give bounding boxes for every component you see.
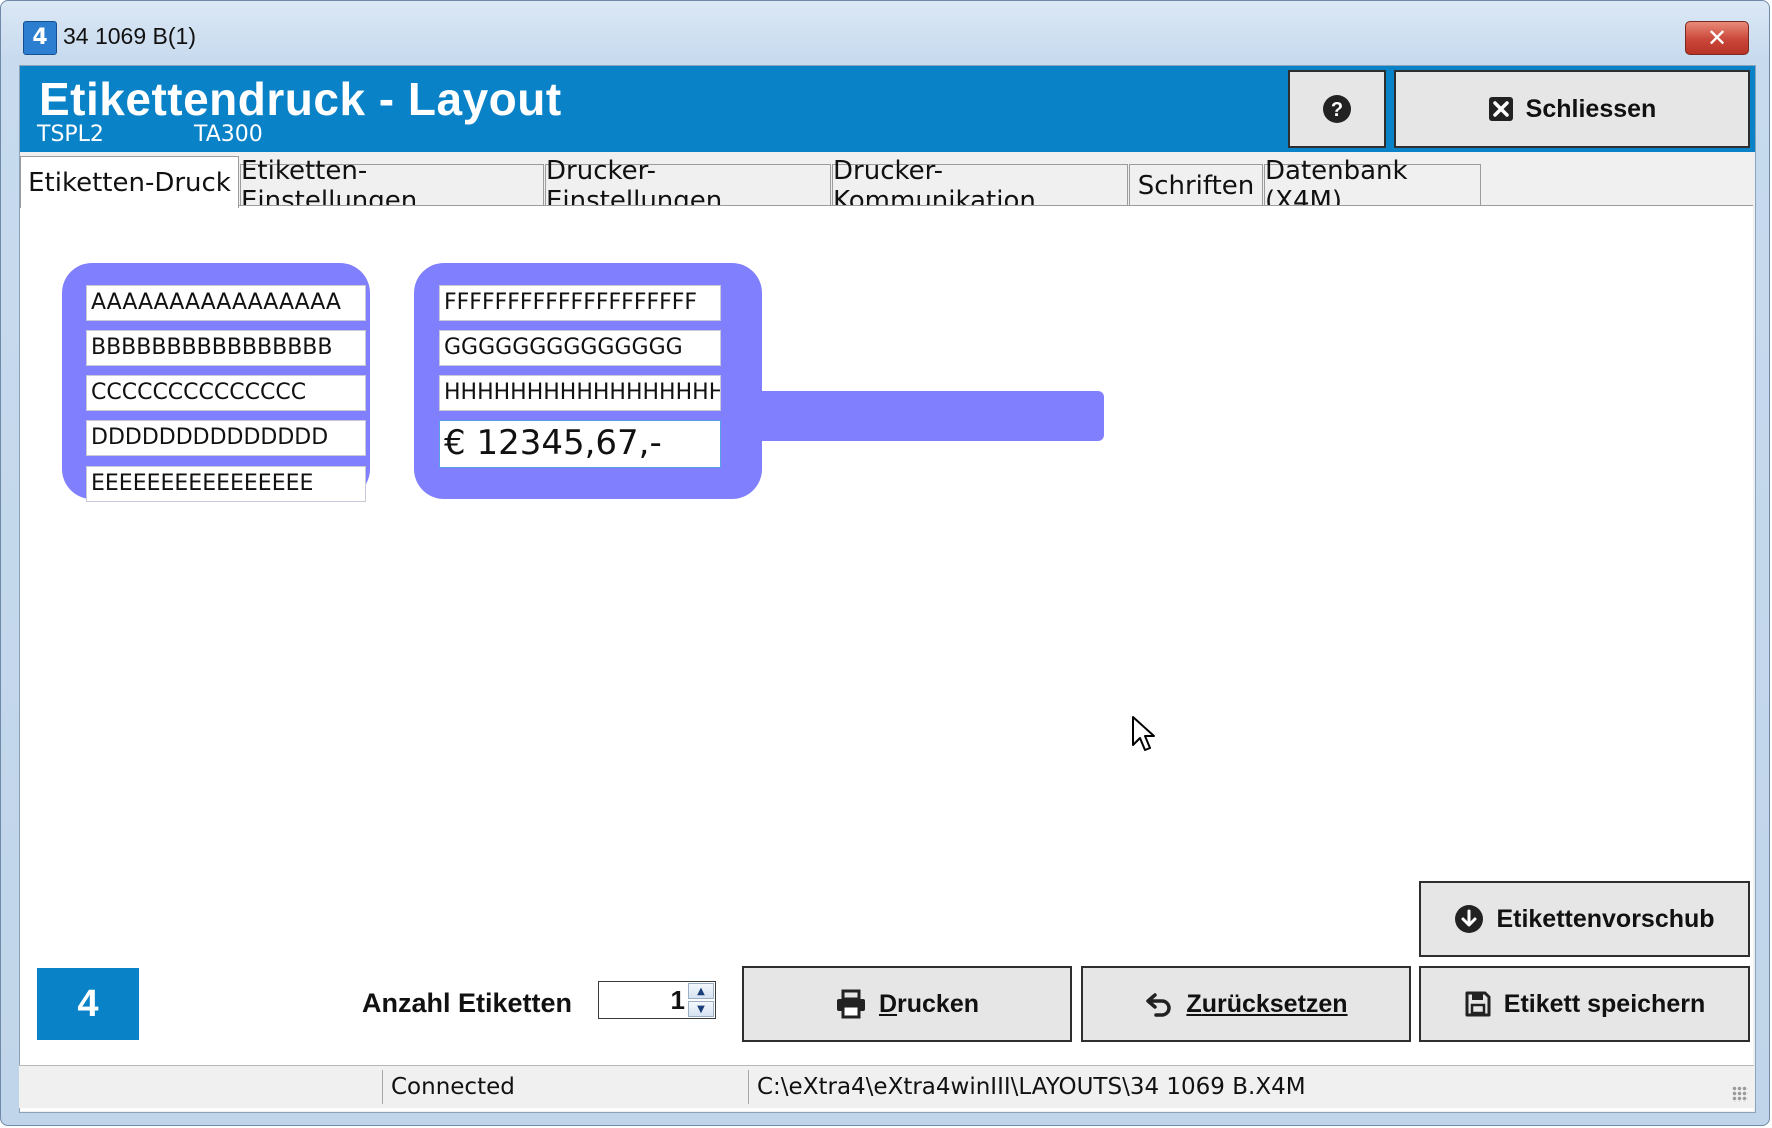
stepper-down-icon[interactable]: ▼ [688, 1001, 714, 1017]
tab-schriften[interactable]: Schriften [1129, 164, 1263, 206]
close-button-label: Schliessen [1525, 94, 1657, 123]
stepper-up-icon[interactable]: ▲ [688, 983, 714, 999]
label-field-a[interactable]: AAAAAAAAAAAAAAAA [86, 285, 366, 321]
label-count-label: Anzahl Etiketten [362, 988, 573, 1018]
reset-button[interactable]: Zurücksetzen [1081, 966, 1411, 1042]
header-bar: Etikettendruck - Layout TSPL2 TA300 ? Sc… [20, 66, 1755, 152]
reset-button-label: Zurücksetzen [1186, 989, 1348, 1018]
label-field-f[interactable]: FFFFFFFFFFFFFFFFFFFF [439, 285, 721, 321]
label-counter-badge: 4 [37, 968, 139, 1040]
status-bar: Connected C:\eXtra4\eXtra4winIII\LAYOUTS… [19, 1065, 1754, 1108]
label-field-c[interactable]: CCCCCCCCCCCCCC [86, 375, 366, 411]
save-label-button-label: Etikett speichern [1503, 989, 1706, 1018]
help-button[interactable]: ? [1288, 70, 1386, 148]
tab-datenbank[interactable]: Datenbank (X4M) [1264, 156, 1481, 216]
tab-bar: Etiketten-Druck Etiketten-Einstellungen … [20, 156, 1755, 216]
mouse-cursor-icon [1131, 715, 1157, 757]
client-area: Etikettendruck - Layout TSPL2 TA300 ? Sc… [19, 65, 1756, 1113]
layout-file-path: C:\eXtra4\eXtra4winIII\LAYOUTS\34 1069 B… [757, 1074, 1306, 1100]
printer-language-label: TSPL2 [37, 122, 104, 147]
tab-drucker-kommunikation[interactable]: Drucker-Kommunikation [832, 156, 1128, 216]
print-button[interactable]: Drucken [742, 966, 1072, 1042]
label-feed-label: Etikettenvorschub [1496, 904, 1715, 933]
save-icon [1464, 990, 1492, 1018]
arrow-down-circle-icon [1454, 904, 1484, 934]
app-icon: 4 [23, 21, 57, 55]
connection-status: Connected [391, 1074, 515, 1100]
tab-drucker-einstellungen[interactable]: Drucker-Einstellungen [545, 156, 831, 216]
tab-etiketten-einstellungen[interactable]: Etiketten-Einstellungen [240, 156, 544, 216]
label-field-e[interactable]: EEEEEEEEEEEEEEEE [86, 466, 366, 502]
print-button-label: Drucken [878, 989, 980, 1018]
tab-etiketten-druck[interactable]: Etiketten-Druck [20, 156, 239, 208]
resize-grip[interactable] [1732, 1086, 1748, 1102]
printer-icon [835, 989, 867, 1019]
label-field-g[interactable]: GGGGGGGGGGGGGG [439, 330, 721, 366]
page-title: Etikettendruck - Layout [39, 73, 562, 125]
label-tail-strip [712, 391, 1104, 441]
svg-text:?: ? [1331, 99, 1343, 121]
price-field[interactable]: € 12345,67,- [439, 420, 721, 468]
printer-model-label: TA300 [194, 122, 263, 147]
help-icon: ? [1323, 95, 1351, 123]
save-label-button[interactable]: Etikett speichern [1419, 966, 1750, 1042]
label-field-d[interactable]: DDDDDDDDDDDDDD [86, 420, 366, 456]
close-button[interactable]: Schliessen [1394, 70, 1750, 148]
window-title: 34 1069 B(1) [63, 23, 196, 49]
label-field-h[interactable]: HHHHHHHHHHHHHHHHH [439, 375, 721, 411]
title-bar: 4 34 1069 B(1) ✕ [1, 1, 1769, 67]
window-close-button[interactable]: ✕ [1685, 21, 1749, 55]
label-count-value[interactable]: 1 [671, 982, 685, 1018]
undo-icon [1144, 991, 1174, 1017]
label-field-b[interactable]: BBBBBBBBBBBBBBBB [86, 330, 366, 366]
application-window: 4 34 1069 B(1) ✕ Etikettendruck - Layout… [0, 0, 1770, 1126]
label-feed-button[interactable]: Etikettenvorschub [1419, 881, 1750, 957]
label-count-stepper[interactable]: 1 ▲ ▼ [598, 981, 716, 1019]
close-icon [1488, 96, 1514, 122]
